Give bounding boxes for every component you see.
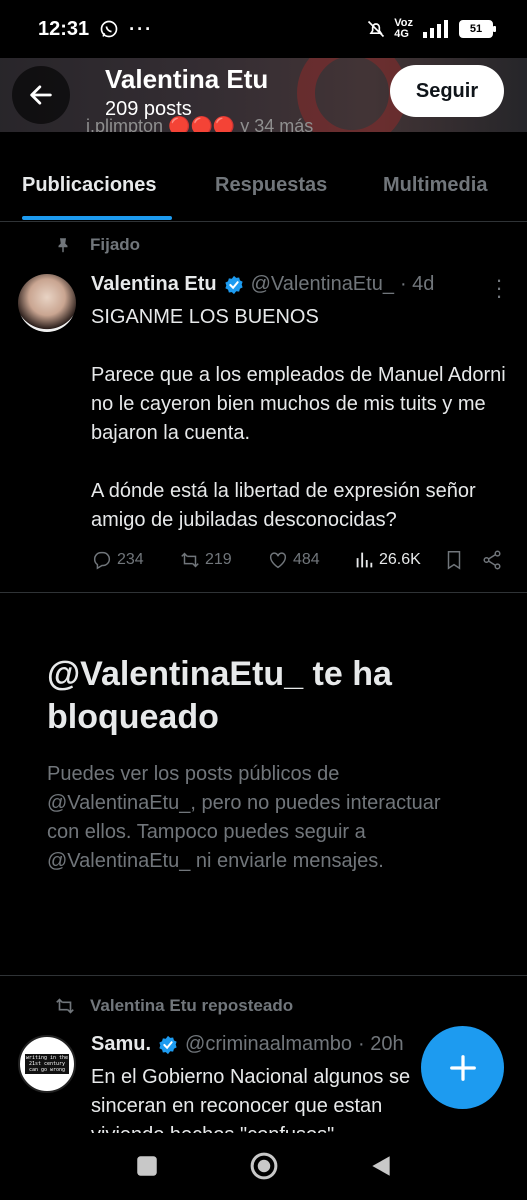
bookmark-button[interactable] xyxy=(443,549,481,571)
tab-publicaciones[interactable]: Publicaciones xyxy=(22,174,157,197)
verified-badge-icon xyxy=(159,1035,177,1054)
bookmark-icon xyxy=(447,551,461,570)
plus-icon xyxy=(449,1054,476,1081)
more-options-icon[interactable]: · · · xyxy=(489,269,509,307)
pin-icon xyxy=(58,238,68,253)
tweet-author-name[interactable]: Samu. xyxy=(91,1033,151,1056)
tweet-author-handle[interactable]: @ValentinaEtu_ xyxy=(251,273,394,296)
reply-button[interactable]: 234 xyxy=(91,549,179,571)
tab-multimedia[interactable]: Multimedia xyxy=(383,174,487,197)
retweet-icon xyxy=(56,998,74,1014)
blocked-description: Puedes ver los posts públicos de @Valent… xyxy=(47,763,441,872)
tweet-header: Samu. @criminaalmambo · 20h xyxy=(91,1033,404,1056)
tweet-author-handle[interactable]: @criminaalmambo xyxy=(185,1033,352,1056)
profile-header: j.plimpton 🔴🔴🔴 y 34 más Valentina Etu 20… xyxy=(0,58,527,132)
tweet-actions: 234 219 484 26.6K xyxy=(91,547,511,573)
views-chart-icon xyxy=(356,552,373,568)
posts-count: 209 posts xyxy=(105,98,192,120)
home-button[interactable] xyxy=(249,1151,279,1181)
divider xyxy=(0,592,527,593)
back-nav-button[interactable] xyxy=(368,1153,394,1179)
share-button[interactable] xyxy=(481,549,503,571)
recent-apps-button[interactable] xyxy=(134,1153,160,1179)
views-button[interactable]: 26.6K xyxy=(353,549,443,571)
active-tab-indicator xyxy=(22,216,172,220)
battery-icon: 51 xyxy=(459,20,496,38)
mute-bell-icon xyxy=(368,20,385,38)
reply-icon xyxy=(93,551,111,570)
repost-label: Valentina Etu reposteado xyxy=(54,995,293,1017)
tweet-text: SIGANME LOS BUENOS Parece que a los empl… xyxy=(91,306,506,531)
blocked-title: @ValentinaEtu_ te ha bloqueado xyxy=(47,655,392,736)
divider xyxy=(0,975,527,976)
share-icon xyxy=(483,550,501,570)
arrow-left-icon xyxy=(30,85,52,105)
tweet-time: · 4d xyxy=(399,273,435,295)
compose-button[interactable] xyxy=(421,1026,504,1109)
whatsapp-icon xyxy=(100,20,118,38)
back-button[interactable] xyxy=(12,66,70,124)
status-bar: 12:31 ··· Voz 4G 51 xyxy=(0,0,527,58)
tweet-author-name[interactable]: Valentina Etu xyxy=(91,273,217,296)
profile-name: Valentina Etu xyxy=(105,64,269,94)
tweet-time: · 20h xyxy=(358,1033,404,1055)
avatar-text: writing in the 21st century can go wrong xyxy=(25,1054,69,1074)
pinned-label: Fijado xyxy=(54,235,140,255)
avatar[interactable]: writing in the 21st century can go wrong xyxy=(18,1035,76,1093)
retweet-button[interactable]: 219 xyxy=(179,549,267,571)
follow-button[interactable]: Seguir xyxy=(390,65,504,117)
network-label: Voz 4G xyxy=(394,17,413,40)
clock: 12:31 xyxy=(38,17,90,40)
tweet-header: Valentina Etu @ValentinaEtu_ · 4d xyxy=(91,273,434,296)
signal-icon xyxy=(423,20,448,38)
system-nav-bar xyxy=(0,1133,527,1200)
tab-respuestas[interactable]: Respuestas xyxy=(215,174,327,197)
notification-overflow: ··· xyxy=(129,18,154,39)
heart-icon xyxy=(269,552,287,569)
retweet-icon xyxy=(181,552,199,568)
profile-tabs: Publicaciones Respuestas Multimedia xyxy=(0,156,527,222)
like-button[interactable]: 484 xyxy=(267,549,353,571)
tweet-text: En el Gobierno Nacional algunos se since… xyxy=(91,1066,411,1133)
verified-badge-icon xyxy=(224,275,243,294)
avatar[interactable] xyxy=(18,274,76,332)
